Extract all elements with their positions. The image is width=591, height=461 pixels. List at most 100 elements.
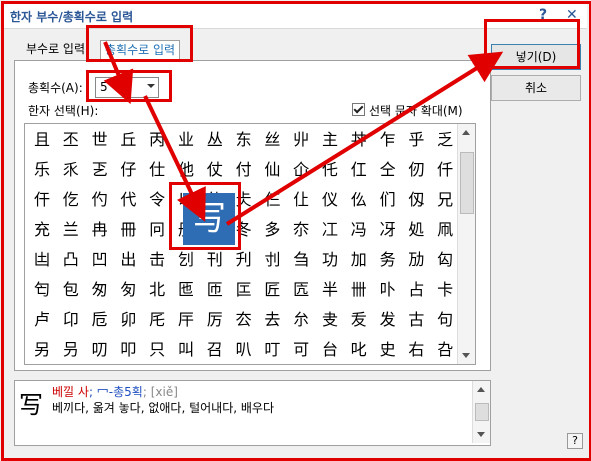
hanja-cell[interactable]: 叧: [57, 336, 85, 364]
hanja-cell[interactable]: 仭: [402, 186, 430, 214]
info-scrollbar[interactable]: [472, 381, 490, 443]
hanja-cell[interactable]: 匠: [258, 276, 286, 304]
hanja-cell[interactable]: 充: [28, 216, 56, 244]
hanja-cell[interactable]: 匄: [28, 276, 56, 304]
enlarge-checkbox[interactable]: [352, 103, 365, 116]
grid-scrollbar[interactable]: [457, 124, 475, 364]
hanja-cell[interactable]: 仗: [201, 156, 229, 184]
stroke-count-select[interactable]: 5: [95, 77, 159, 98]
hanja-cell[interactable]: 乤: [86, 156, 114, 184]
hanja-cell[interactable]: 只: [143, 336, 171, 364]
hanja-cell[interactable]: 叮: [258, 336, 286, 364]
hanja-cell[interactable]: 古: [402, 306, 430, 334]
hanja-cell[interactable]: 仟: [431, 156, 459, 184]
hanja-cell[interactable]: 卯: [114, 306, 142, 334]
hanja-cell[interactable]: 叩: [114, 336, 142, 364]
hanja-cell[interactable]: 乍: [374, 126, 402, 154]
scroll-down-icon[interactable]: [458, 347, 475, 364]
hanja-cell[interactable]: 仚: [287, 156, 315, 184]
hanja-cell[interactable]: 仔: [114, 156, 142, 184]
hanja-cell[interactable]: 匆: [86, 276, 114, 304]
hanja-cell[interactable]: 卬: [57, 306, 85, 334]
hanja-cell[interactable]: 乎: [402, 126, 430, 154]
hanja-cell[interactable]: 仢: [86, 186, 114, 214]
hanja-cell[interactable]: 劢: [402, 246, 430, 274]
hanja-cell[interactable]: 匞: [230, 276, 258, 304]
hanja-cell[interactable]: 击: [143, 246, 171, 274]
hanja-cell[interactable]: 台: [316, 336, 344, 364]
hanja-cell[interactable]: 加: [345, 246, 373, 274]
hanja-cell[interactable]: 丛: [201, 126, 229, 154]
hanja-cell[interactable]: 叨: [86, 336, 114, 364]
hanja-cell[interactable]: 冉: [86, 216, 114, 244]
hanja-cell[interactable]: 兄: [431, 186, 459, 214]
hanja-cell[interactable]: 夵: [287, 216, 315, 244]
hanja-cell[interactable]: 仞: [402, 156, 430, 184]
hanja-cell[interactable]: 仪: [316, 186, 344, 214]
hanja-cell[interactable]: 凧: [431, 216, 459, 244]
hanja-cell[interactable]: 丼: [345, 126, 373, 154]
hanja-cell[interactable]: 们: [374, 186, 402, 214]
hanja-cell[interactable]: 乐: [28, 156, 56, 184]
hanja-cell[interactable]: 叴: [431, 336, 459, 364]
hanja-cell[interactable]: 付: [230, 156, 258, 184]
hanja-cell[interactable]: 厇: [143, 306, 171, 334]
hanja-cell[interactable]: 刉: [172, 246, 200, 274]
hanja-cell[interactable]: 叏: [316, 306, 344, 334]
hanja-cell[interactable]: 去: [258, 306, 286, 334]
hanja-cell[interactable]: 叭: [230, 336, 258, 364]
hanja-cell[interactable]: 代: [114, 186, 142, 214]
hanja-cell[interactable]: 仠: [28, 186, 56, 214]
hanja-cell[interactable]: 叱: [345, 336, 373, 364]
hanja-cell[interactable]: 另: [28, 336, 56, 364]
hanja-cell[interactable]: 丘: [114, 126, 142, 154]
hanja-cell[interactable]: 刌: [258, 246, 286, 274]
hanja-cell[interactable]: 冯: [345, 216, 373, 244]
hanja-cell[interactable]: 召: [201, 336, 229, 364]
scroll-thumb[interactable]: [475, 403, 489, 421]
hanja-cell[interactable]: 占: [402, 276, 430, 304]
hanja-cell[interactable]: 务: [374, 246, 402, 274]
hanja-cell[interactable]: 仜: [345, 156, 373, 184]
hanja-grid[interactable]: 叴右史叱台可叮叭召叫只叩叨叧另 句古发叐叏厼去厺厉厈厇卯卮卬卢 卡占卟卌半匟匠匞匝匜…: [24, 123, 476, 365]
hanja-cell[interactable]: 刊: [201, 246, 229, 274]
selected-char-magnified[interactable]: 写: [183, 193, 235, 245]
hanja-cell[interactable]: 仫: [345, 186, 373, 214]
hanja-cell[interactable]: 凹: [86, 246, 114, 274]
hanja-cell[interactable]: 他: [172, 156, 200, 184]
hanja-cell[interactable]: 仡: [57, 186, 85, 214]
hanja-cell[interactable]: 匝: [201, 276, 229, 304]
hanja-cell[interactable]: 且: [28, 126, 56, 154]
hanja-cell[interactable]: 丱: [287, 126, 315, 154]
hanja-cell[interactable]: 仙: [258, 156, 286, 184]
insert-button[interactable]: 넣기(D): [491, 44, 581, 70]
hanja-cell[interactable]: 仕: [143, 156, 171, 184]
hanja-cell[interactable]: 匟: [287, 276, 315, 304]
hanja-cell[interactable]: 兰: [57, 216, 85, 244]
close-icon[interactable]: ✕: [566, 7, 578, 23]
hanja-cell[interactable]: 发: [374, 306, 402, 334]
hanja-cell[interactable]: 丙: [143, 126, 171, 154]
scroll-thumb[interactable]: [460, 152, 474, 214]
hanja-cell[interactable]: 令: [143, 186, 171, 214]
hanja-cell[interactable]: 匇: [114, 276, 142, 304]
hanja-cell[interactable]: 仝: [374, 156, 402, 184]
hanja-cell[interactable]: 仛: [316, 156, 344, 184]
tab-radical-input[interactable]: 부수로 입력: [22, 40, 89, 59]
hanja-cell[interactable]: 匜: [172, 276, 200, 304]
hanja-cell[interactable]: 业: [172, 126, 200, 154]
hanja-cell[interactable]: 冴: [374, 216, 402, 244]
hanja-cell[interactable]: 冮: [316, 216, 344, 244]
hanja-cell[interactable]: 卮: [86, 306, 114, 334]
hanja-cell[interactable]: 丝: [258, 126, 286, 154]
hanja-cell[interactable]: 凸: [57, 246, 85, 274]
scroll-down-icon[interactable]: [473, 426, 490, 443]
hanja-cell[interactable]: 右: [402, 336, 430, 364]
hanja-cell[interactable]: 刋: [230, 246, 258, 274]
hanja-cell[interactable]: 厈: [172, 306, 200, 334]
hanja-cell[interactable]: 乑: [57, 156, 85, 184]
hanja-cell[interactable]: 丕: [57, 126, 85, 154]
chevron-down-icon[interactable]: [147, 84, 155, 88]
hanja-cell[interactable]: 史: [374, 336, 402, 364]
hanja-cell[interactable]: 仨: [258, 186, 286, 214]
